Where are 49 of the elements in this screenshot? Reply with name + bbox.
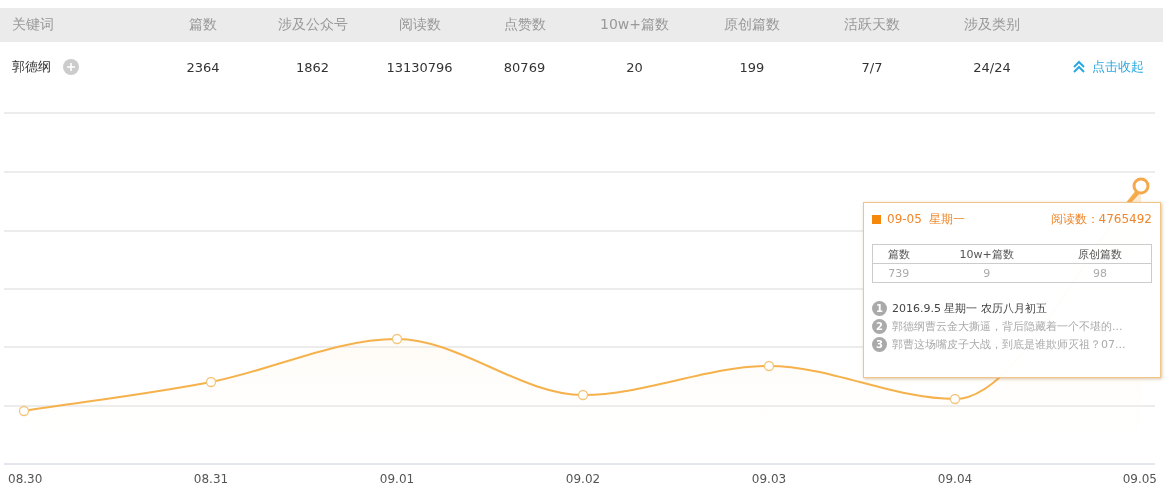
- column-header: 原创篇数: [723, 16, 781, 34]
- reading-count: 阅读数：4765492: [1050, 211, 1152, 228]
- column-header: 关键词: [11, 16, 55, 34]
- column-header: 点赞数: [502, 16, 547, 34]
- x-axis-label: 09.03: [751, 472, 787, 486]
- article-link[interactable]: 郭德纲曹云金大撕逼，背后隐藏着一个不堪的...: [892, 319, 1123, 334]
- x-axis-label: 09.02: [565, 472, 601, 486]
- table-cell-text: 7/7: [860, 59, 884, 75]
- x-axis-label: 09.05: [1122, 472, 1157, 486]
- data-point[interactable]: [205, 376, 217, 388]
- double-chevron-up-icon: [1071, 59, 1086, 74]
- data-point[interactable]: [391, 333, 403, 345]
- x-axis-label: 09.04: [937, 472, 973, 486]
- column-header: 10w+篇数: [599, 16, 670, 34]
- article-link[interactable]: 郭曹这场嘴皮子大战，到底是谁欺师灭祖？07...: [892, 337, 1126, 352]
- table-cell-text: 199: [738, 59, 766, 75]
- number-badge: 2: [872, 319, 887, 334]
- table-cell-text: 20: [625, 59, 644, 75]
- table-cell-text: 24/24: [972, 59, 1012, 75]
- number-badge: 1: [872, 301, 887, 316]
- column-header: 涉及公众号: [276, 16, 349, 34]
- table-cell-text: 13130796: [385, 59, 454, 75]
- data-point[interactable]: [577, 389, 589, 401]
- legend-square-icon: [872, 215, 881, 224]
- table-header-cell: 原创篇数: [1049, 244, 1152, 264]
- add-icon[interactable]: [63, 59, 79, 75]
- table-header-cell: 篇数: [872, 244, 925, 264]
- x-axis-label: 08.30: [8, 472, 43, 486]
- column-header: 篇数: [188, 16, 218, 34]
- table-cell-text: 2364: [185, 59, 221, 75]
- data-point[interactable]: [949, 393, 961, 405]
- table-cell: 9: [924, 263, 1050, 283]
- data-point[interactable]: [18, 405, 30, 417]
- x-axis-label: 09.01: [379, 472, 415, 486]
- x-axis-label: 08.31: [193, 472, 229, 486]
- table-cell: 98: [1049, 263, 1152, 283]
- date-text: 2016.9.5 星期一 农历八月初五: [892, 301, 1047, 316]
- table-header-cell: 10w+篇数: [924, 244, 1050, 264]
- table-cell-text: 80769: [502, 59, 547, 75]
- column-header: 阅读数: [397, 16, 442, 34]
- table-cell: 739: [872, 263, 925, 283]
- column-header: 活跃天数: [843, 16, 901, 34]
- collapse-link[interactable]: 点击收起: [1071, 57, 1144, 76]
- column-header: 涉及类别: [963, 16, 1021, 34]
- tooltip-date: 09-05 星期一: [887, 211, 966, 228]
- number-badge: 3: [872, 337, 887, 352]
- data-point[interactable]: [763, 360, 775, 372]
- keyword-cell: 郭德纲: [12, 58, 51, 76]
- table-cell-text: 1862: [294, 59, 331, 75]
